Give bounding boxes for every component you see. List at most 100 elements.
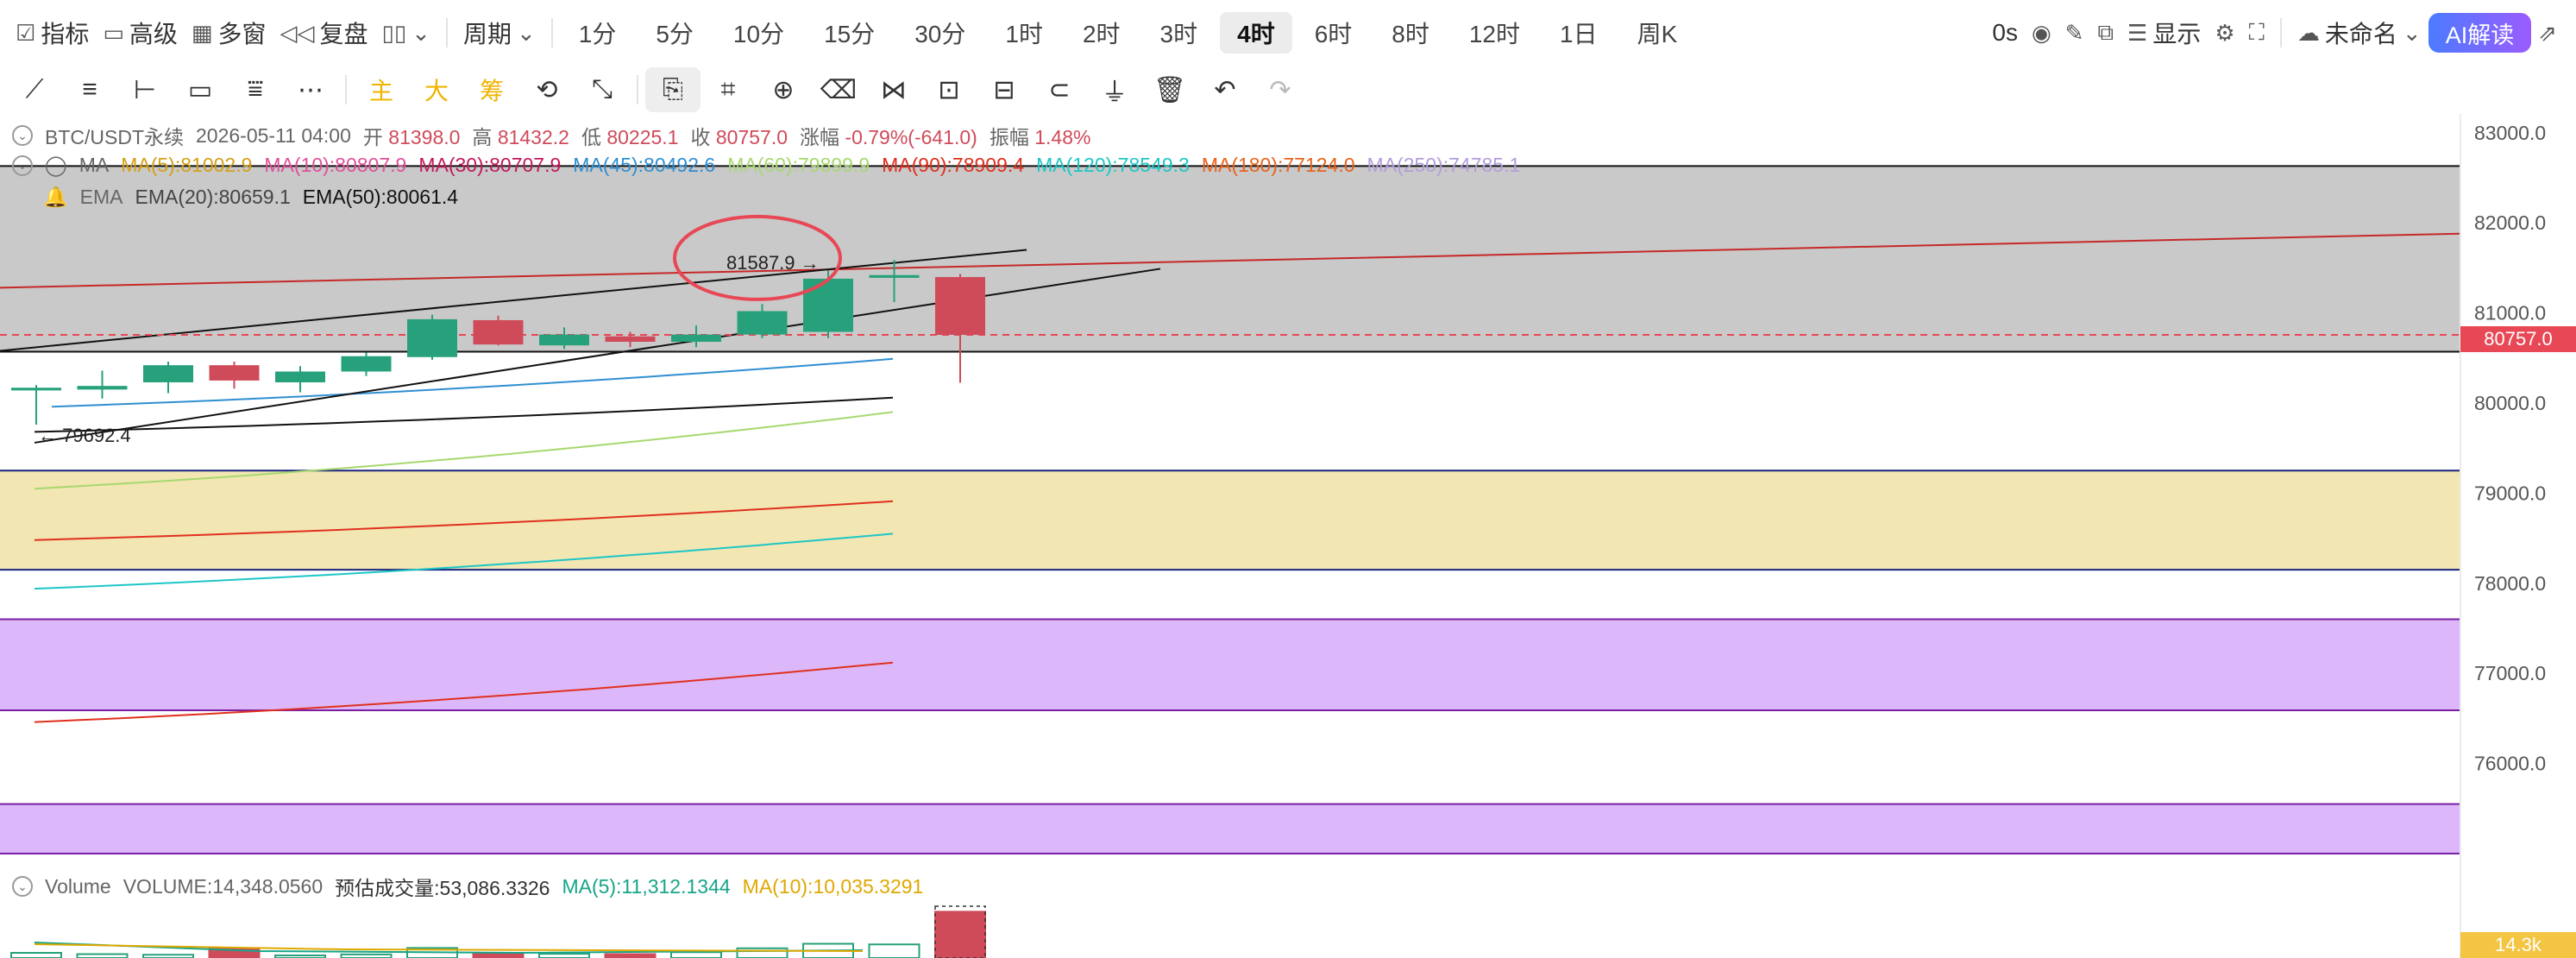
interval-tab-8[interactable]: 4时 [1220, 12, 1292, 54]
copy-tool[interactable]: ⎘ [645, 67, 701, 112]
interval-tab-11[interactable]: 12时 [1452, 12, 1537, 54]
ema-value-1: EMA(50):80061.4 [302, 186, 459, 208]
rectangle-icon: ▭ [187, 75, 213, 104]
layout-button[interactable]: ⧉ [2090, 11, 2120, 54]
divider [550, 18, 553, 47]
ruler-tool[interactable]: ⌗ [701, 67, 756, 112]
close-value: 80757.0 [715, 126, 789, 148]
draw-button[interactable]: ✎ [2058, 11, 2091, 54]
y-tick-label-1: 82000.0 [2474, 211, 2546, 234]
multi-window-button[interactable]: ▦ 多窗 [185, 11, 273, 54]
period-dropdown[interactable]: 周期 ⌄ [456, 11, 543, 54]
bell-icon[interactable]: 🔔 [43, 186, 68, 209]
ma-value-7: MA(180):77124.0 [1201, 154, 1355, 176]
eye-icon[interactable]: ◯ [45, 154, 67, 177]
high-marker-label: 81587.9 → [726, 252, 820, 274]
undo-button[interactable]: ↶ [1197, 67, 1253, 112]
layout-icon: ⧉ [2097, 19, 2114, 45]
interval-tab-3[interactable]: 15分 [807, 12, 892, 54]
share-button[interactable]: ⇗ [2531, 11, 2564, 54]
lock-tool[interactable]: ⊡ [921, 67, 977, 112]
price-chart[interactable]: 83000.0 82000.0 81000.0 80000.0 79000.0 78000… [0, 114, 2576, 958]
candle-body-3 [209, 365, 260, 381]
interval-tab-2[interactable]: 10分 [716, 12, 801, 54]
cloud-name-dropdown[interactable]: ☁ 未命名 ⌄ [2290, 11, 2428, 54]
interval-tab-4[interactable]: 30分 [897, 12, 983, 54]
horizontal-lines-tool[interactable]: ≡ [62, 67, 117, 112]
volume-bar-8 [538, 953, 590, 958]
rectangle-tool[interactable]: ▭ [173, 67, 228, 112]
volume-bar-5 [340, 953, 393, 958]
candle-body-8 [539, 334, 589, 346]
measure-tool[interactable]: ⤡ [575, 67, 630, 112]
camera-icon: ◉ [2031, 19, 2051, 46]
interval-tab-5[interactable]: 1时 [988, 12, 1060, 54]
redo-button[interactable]: ↷ [1253, 67, 1308, 112]
indicator-button[interactable]: ☑ 指标 [9, 11, 96, 54]
pencil-icon: ✎ [2064, 19, 2084, 46]
filter-icon: ⏚ [1102, 79, 1128, 107]
y-tick-label-3: 80000.0 [2474, 392, 2546, 414]
fullscreen-icon: ⛶ [2248, 19, 2265, 45]
interval-tab-6[interactable]: 2时 [1065, 12, 1138, 54]
chart-type-dropdown[interactable]: ▯▯ ⌄ [375, 11, 437, 54]
interval-tab-10[interactable]: 8时 [1374, 12, 1447, 54]
ma-value-1: MA(10):80807.9 [264, 154, 407, 176]
settings-button[interactable]: ⚙ [2208, 11, 2241, 54]
divider [2279, 18, 2282, 47]
horizontal-ray-tool[interactable]: ⊢ [117, 67, 173, 112]
fib-tool[interactable]: ⩸ [228, 67, 283, 112]
interval-tab-7[interactable]: 3时 [1143, 12, 1216, 54]
interval-tab-12[interactable]: 1日 [1542, 12, 1615, 54]
fullscreen-button[interactable]: ⛶ [2242, 11, 2271, 54]
amplitude-value: 1.48% [1034, 126, 1091, 148]
pattern-tool[interactable]: ⋈ [866, 67, 921, 112]
divider [345, 75, 347, 104]
collapse-icon[interactable]: ⌄ [12, 154, 33, 176]
chevron-down-icon: ⌄ [516, 19, 536, 46]
volume-bar-11 [736, 947, 789, 958]
main-indicator-toggle[interactable]: 主 [354, 67, 409, 112]
delete-tool[interactable]: 🗑 [1142, 67, 1197, 112]
trash-icon: 🗑 [1153, 75, 1187, 104]
advanced-button[interactable]: ▭ 高级 [96, 11, 185, 54]
ema-value-0: EMA(20):80659.1 [135, 186, 291, 208]
chevron-down-icon: ⌄ [2402, 19, 2422, 46]
screenshot-button[interactable]: ◉ [2025, 11, 2058, 54]
open-value: 81398.0 [388, 126, 461, 148]
eraser-tool[interactable]: ⌫ [811, 67, 866, 112]
more-tools[interactable]: ⋯ [283, 67, 338, 112]
candle-body-9 [605, 336, 656, 343]
rewind-icon: ◁◁ [280, 19, 315, 46]
interval-tab-13[interactable]: 周K [1620, 12, 1695, 54]
interval-tab-9[interactable]: 6时 [1297, 12, 1370, 54]
sync-tool[interactable]: ⟲ [519, 67, 575, 112]
filter-tool[interactable]: ⏚ [1087, 67, 1142, 112]
big-indicator-toggle[interactable]: 大 [409, 67, 464, 112]
template-tool[interactable]: ⊟ [977, 67, 1032, 112]
volume-bar-9 [604, 953, 657, 958]
eraser-icon: ⌫ [820, 75, 858, 104]
collapse-icon[interactable]: ⌄ [12, 125, 33, 146]
trend-line-tool[interactable]: ⟋ [7, 67, 62, 112]
replay-button[interactable]: ◁◁ 复盘 [273, 11, 375, 54]
zone-purple-3 [0, 804, 2460, 854]
interval-tab-0[interactable]: 1分 [562, 12, 634, 54]
collapse-icon[interactable]: ⌄ [12, 876, 33, 897]
timer-label[interactable]: 0s [1985, 11, 2025, 54]
ruler-icon: ⌗ [720, 75, 736, 104]
ai-interpret-button[interactable]: AI解读 [2428, 13, 2532, 53]
ma-info-row: ⌄ ◯ MA MA(5):81002.9 MA(10):80807.9 MA(30)… [12, 154, 1520, 177]
display-button[interactable]: ☰ 显示 [2120, 11, 2208, 54]
chip-indicator-toggle[interactable]: 筹 [464, 67, 519, 112]
candle-body-4 [275, 371, 325, 382]
ma-label: MA [79, 154, 110, 176]
zoom-tool[interactable]: ⊕ [756, 67, 811, 112]
interval-tabs: 1分 5分 10分 15分 30分 1时 2时 3时 4时 6时 8时 12时 1日 周K [562, 12, 1695, 54]
y-tick-label-6: 77000.0 [2474, 662, 2546, 684]
interval-tab-1[interactable]: 5分 [638, 12, 711, 54]
volume-bar-14 [934, 911, 986, 958]
magnet-tool[interactable]: ⊂ [1032, 67, 1087, 112]
arrow-right-icon: → [800, 252, 820, 274]
sync-icon: ⟲ [536, 75, 558, 104]
